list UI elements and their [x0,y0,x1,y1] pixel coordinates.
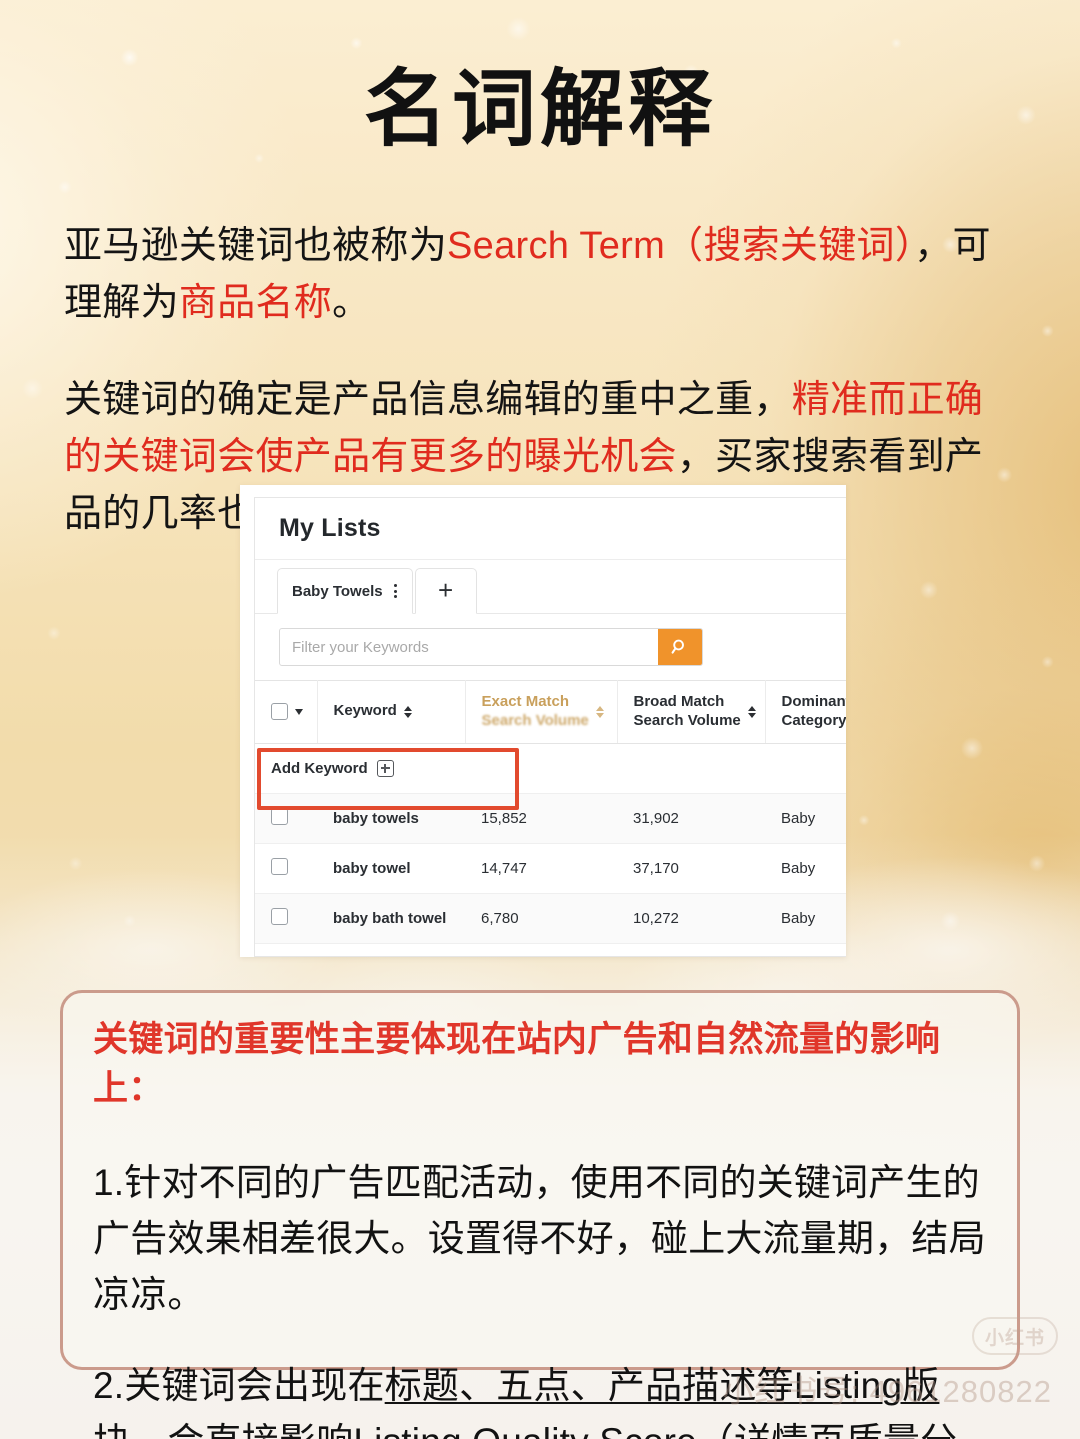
intro-text-part-1: 亚马逊关键词也被称为 [64,225,448,267]
search-button[interactable] [658,629,702,665]
th-select-all[interactable] [255,680,318,744]
callout-item-1: 1.针对不同的广告匹配活动，使用不同的关键词产生的广告效果相差很大。设置得不好，… [93,1162,986,1316]
chevron-down-icon[interactable] [295,708,303,715]
filter-row [255,614,846,680]
app-header: My Lists [255,498,846,560]
intro-text-part-3: 。 [332,282,371,324]
callout-item-2-part-2: ，会直接影响Listing Quality Score（详情页质量分数，简称LQ… [93,1421,957,1439]
row-checkbox[interactable] [271,907,288,925]
add-keyword-spacer-1 [465,743,617,794]
row-category: Baby [765,793,846,844]
th-category-line1: Dominant [781,693,847,710]
row-keyword: baby towel [317,843,465,894]
th-keyword-label: Keyword [333,702,397,720]
add-keyword-spacer-2 [617,743,765,794]
sort-icon [747,705,756,718]
plus-icon: + [438,575,454,605]
keywords-table: Keyword Exact Match Search Volume Broad … [255,680,846,944]
row-keyword: baby bath towel [317,893,465,944]
row-checkbox-cell[interactable] [255,793,317,844]
add-list-tab-button[interactable]: + [414,568,477,614]
app-title: My Lists [279,514,381,542]
th-dominant-category[interactable]: Dominant Category [765,680,847,744]
add-keyword-row[interactable]: Add Keyword [255,743,846,794]
row-checkbox-cell[interactable] [255,843,317,894]
sort-icon [403,705,412,718]
row-exact-volume: 6,780 [465,893,617,944]
th-exact-line1: Exact Match [481,693,570,710]
intro-paragraph: 亚马逊关键词也被称为Search Term（搜索关键词），可理解为商品名称。 [64,218,1016,332]
th-broad-line2: Search Volume [633,711,741,729]
row-keyword: baby towels [317,793,465,844]
select-all-checkbox[interactable] [271,703,288,721]
callout-title: 关键词的重要性主要体现在站内广告和自然流量的影响上： [93,1020,941,1108]
filter-control [279,628,703,666]
table-row[interactable]: baby towels 15,852 31,902 Baby [255,793,846,844]
row-exact-volume: 15,852 [465,793,617,844]
kebab-menu-icon[interactable] [391,582,400,600]
embedded-app-screenshot: My Lists Baby Towels + Filter your Keywo… [240,485,846,957]
th-exact-match-search-volume[interactable]: Exact Match Search Volume [465,680,618,744]
importance-text-part-1: 关键词的确定是产品信息编辑的重中之重， [64,379,792,421]
intro-highlight-search-term: Search Term（搜索关键词） [447,225,915,267]
intro-highlight-product-name: 商品名称 [178,282,333,324]
tab-label: Baby Towels [292,582,383,600]
th-broad-line1: Broad Match [633,693,725,710]
add-keyword-spacer-3 [765,743,846,794]
tab-baby-towels[interactable]: Baby Towels [277,568,413,614]
row-category: Baby [765,843,846,894]
callout-box: 关键词的重要性主要体现在站内广告和自然流量的影响上： 1.针对不同的广告匹配活动… [60,990,1020,1439]
xiaohongshu-id-watermark: 小红书号: 4961280822 [722,1374,1052,1409]
table-row[interactable]: baby towel 14,747 37,170 Baby [255,843,846,894]
table-row[interactable]: baby bath towel 6,780 10,272 Baby [255,893,846,944]
row-broad-volume: 31,902 [617,793,765,844]
th-category-line2: Category [781,711,847,729]
app-window: My Lists Baby Towels + Filter your Keywo… [254,497,846,957]
plus-box-icon[interactable] [376,759,394,777]
table-header-row: Keyword Exact Match Search Volume Broad … [255,680,847,744]
callout-item-2-part-1: 2.关键词会出现在 [93,1364,385,1406]
add-keyword-label: Add Keyword [271,759,368,777]
row-checkbox-cell[interactable] [255,893,317,944]
xiaohongshu-logo-watermark: 小红书 [972,1317,1058,1355]
sort-icon [595,705,604,718]
row-checkbox[interactable] [271,807,288,825]
row-broad-volume: 10,272 [617,893,765,944]
row-exact-volume: 14,747 [465,843,617,894]
poster-root: 名词解释 亚马逊关键词也被称为Search Term（搜索关键词），可理解为商品… [0,0,1080,1439]
th-keyword[interactable]: Keyword [317,680,466,744]
add-keyword-cell[interactable]: Add Keyword [255,743,465,794]
list-tabs: Baby Towels + [255,560,846,614]
row-checkbox[interactable] [271,857,288,875]
row-category: Baby [765,893,846,944]
th-broad-match-search-volume[interactable]: Broad Match Search Volume [617,680,766,744]
page-title: 名词解释 [363,62,716,156]
th-exact-line2: Search Volume [481,711,589,729]
row-broad-volume: 37,170 [617,843,765,894]
search-icon [670,637,690,657]
filter-keywords-input[interactable] [280,629,658,665]
